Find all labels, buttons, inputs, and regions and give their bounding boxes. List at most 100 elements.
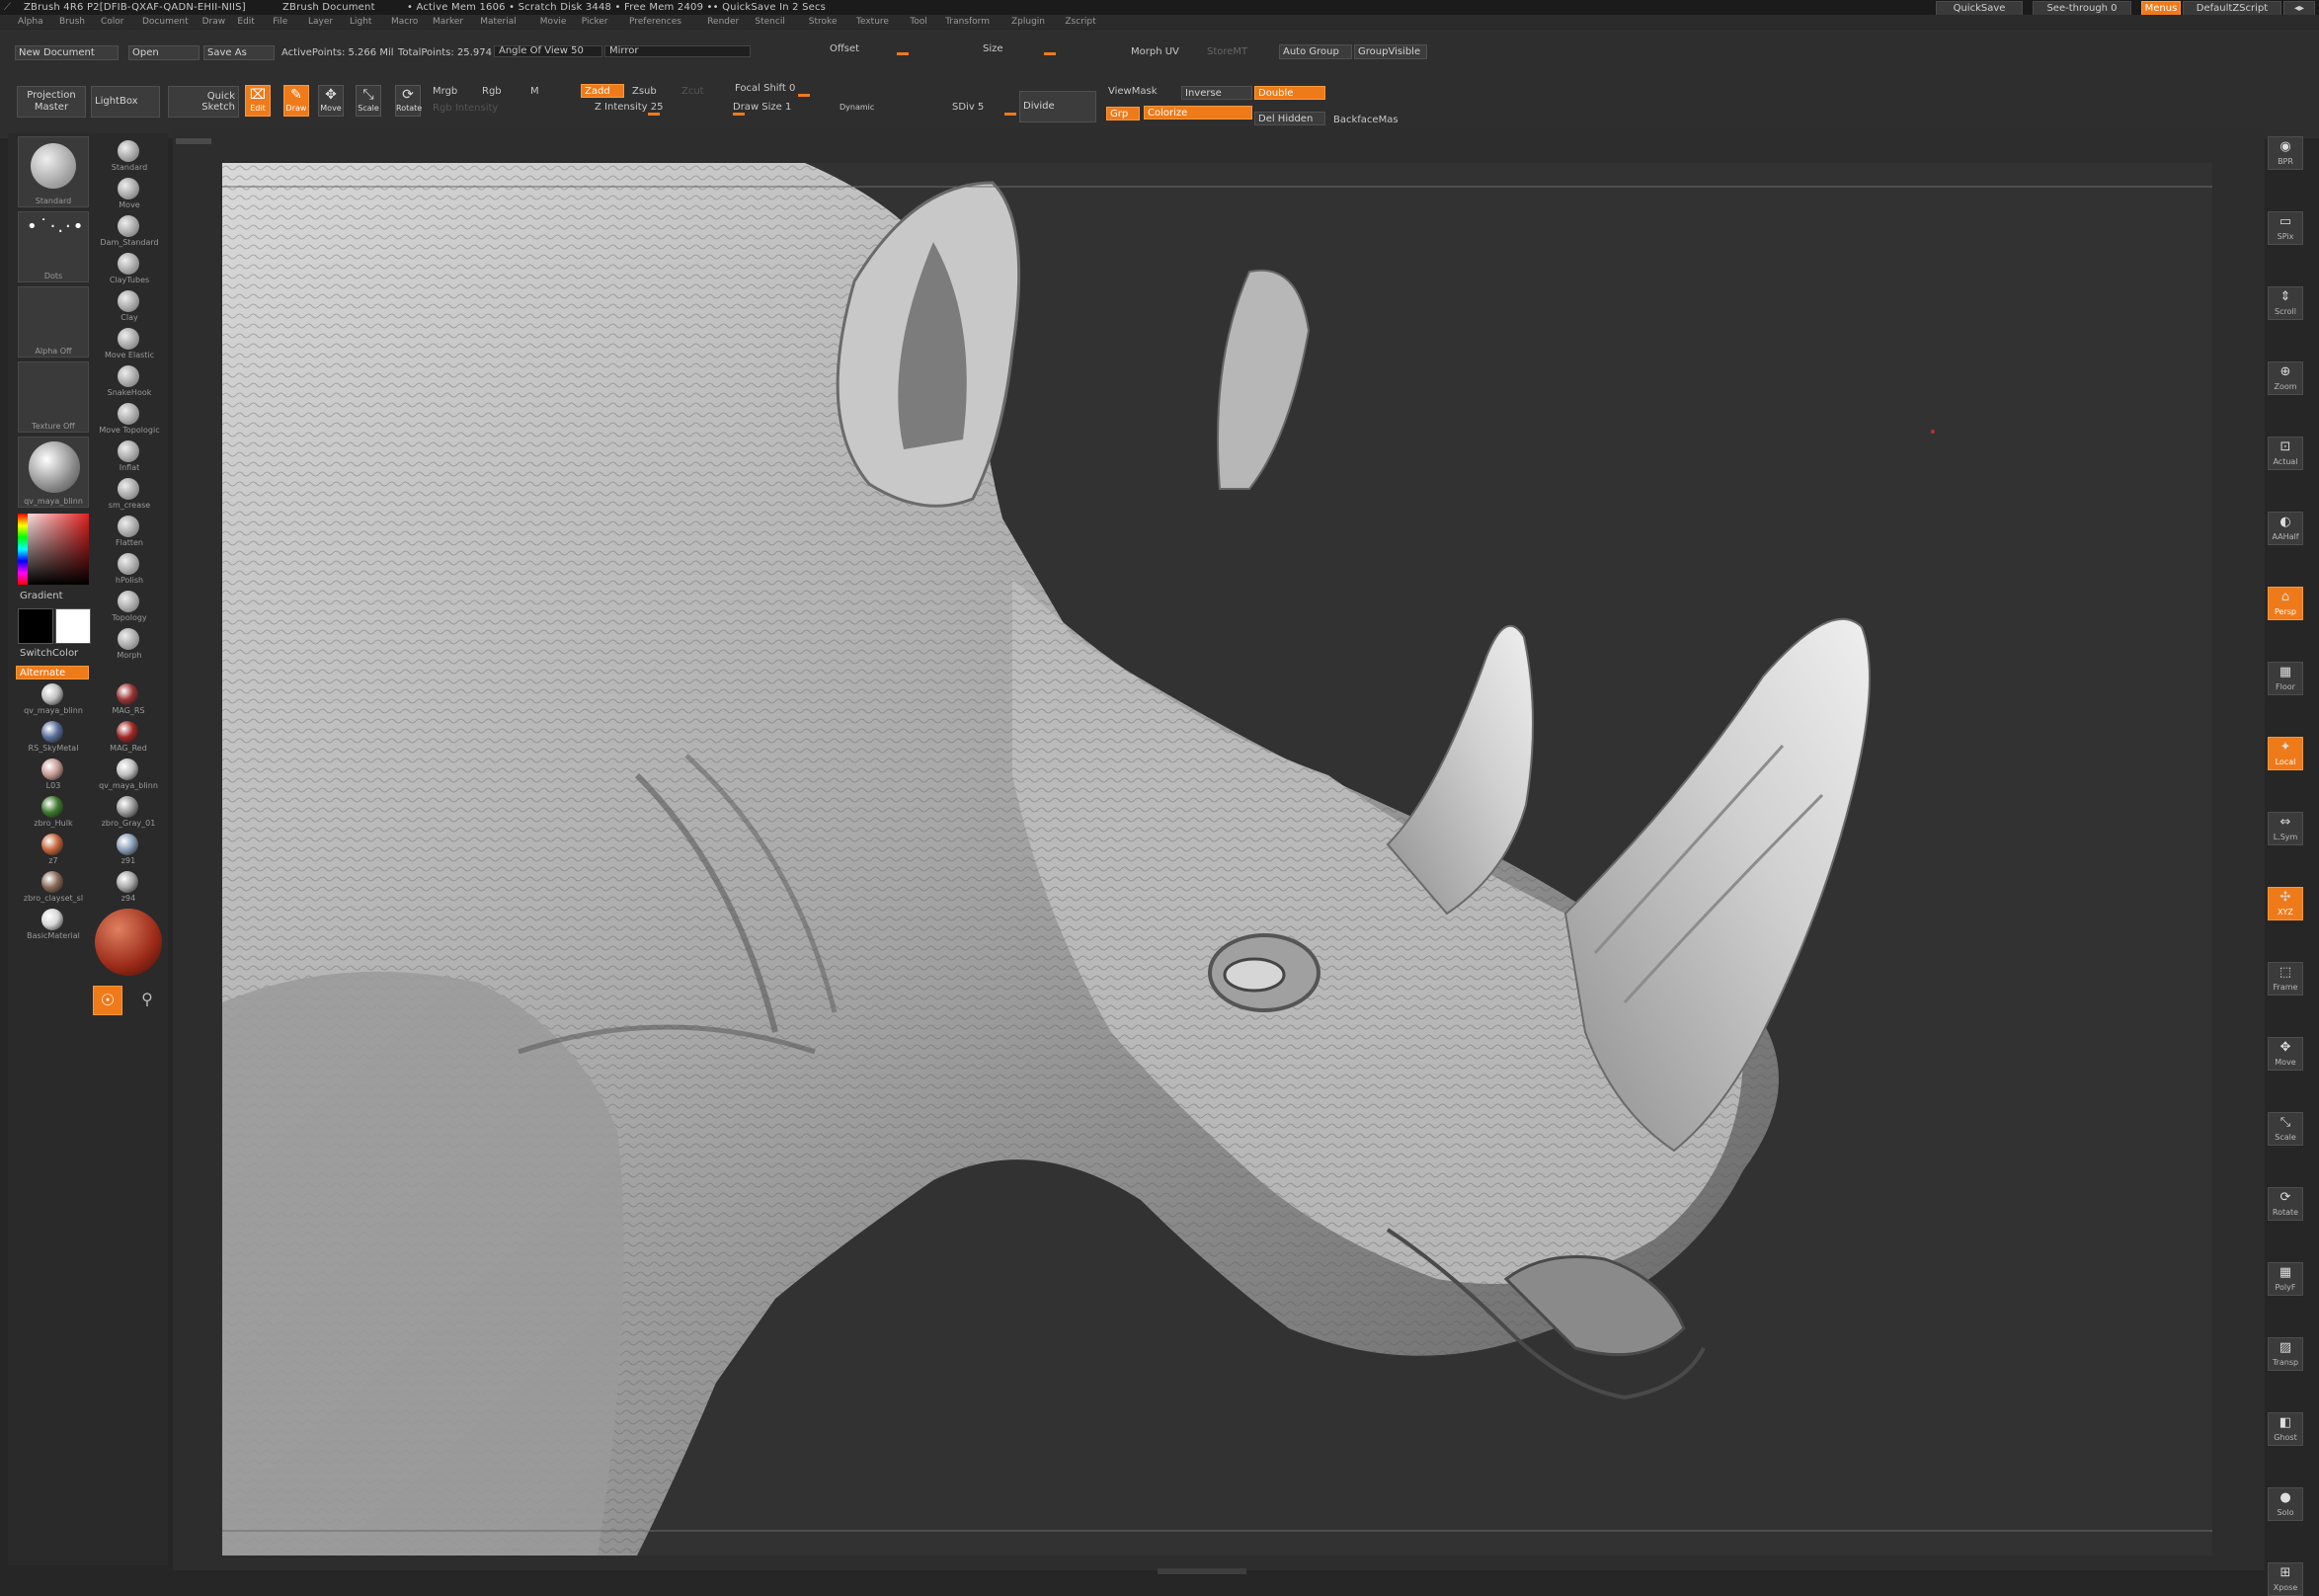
sdiv-slider[interactable]: SDiv 5 xyxy=(950,102,1019,116)
menu-color[interactable]: Color xyxy=(101,17,124,27)
alternate-button[interactable]: Alternate xyxy=(16,666,89,679)
gradient-button[interactable]: Gradient xyxy=(20,591,63,601)
double-button[interactable]: Double xyxy=(1254,86,1325,100)
menu-stroke[interactable]: Stroke xyxy=(809,17,838,27)
z-intensity-slider[interactable]: Z Intensity 25 xyxy=(591,102,719,116)
menu-edit[interactable]: Edit xyxy=(237,17,254,27)
quicksave-button[interactable]: QuickSave xyxy=(1936,1,2023,16)
material-zbro-clayset-sl[interactable]: zbro_clayset_sl xyxy=(18,869,89,905)
menu-tool[interactable]: Tool xyxy=(910,17,926,27)
brush-claytubes[interactable]: ClayTubes xyxy=(99,251,160,286)
right-tray-scroll-button[interactable]: ⇕ Scroll xyxy=(2268,286,2303,320)
material-qv-maya-blinn[interactable]: qv_maya_blinn xyxy=(18,681,89,717)
secondary-color-swatch[interactable] xyxy=(55,608,91,644)
menu-draw[interactable]: Draw xyxy=(202,17,226,27)
brush-dam-standard[interactable]: Dam_Standard xyxy=(99,213,160,249)
alpha-preview[interactable]: Alpha Off xyxy=(18,286,89,358)
menu-file[interactable]: File xyxy=(273,17,287,27)
grp-button[interactable]: Grp xyxy=(1106,107,1140,120)
menu-material[interactable]: Material xyxy=(480,17,517,27)
brush-preview[interactable]: Standard xyxy=(18,136,89,207)
switch-color-button[interactable]: SwitchColor xyxy=(20,648,78,659)
angle-of-view-slider[interactable]: Angle Of View 50 xyxy=(494,45,602,57)
right-tray-l-sym-button[interactable]: ⇔ L.Sym xyxy=(2268,812,2303,845)
quick-sketch-button[interactable]: Quick Sketch xyxy=(168,86,239,118)
see-through-slider[interactable]: See-through 0 xyxy=(2033,1,2131,16)
zadd-button[interactable]: Zadd xyxy=(581,84,624,98)
brush-move-elastic[interactable]: Move Elastic xyxy=(99,326,160,361)
right-tray-polyf-button[interactable]: ▦ PolyF xyxy=(2268,1262,2303,1296)
right-tray-scale-button[interactable]: ⤡ Scale xyxy=(2268,1112,2303,1146)
auto-group-button[interactable]: Auto Group xyxy=(1279,44,1352,59)
mrgb-button[interactable]: Mrgb xyxy=(433,86,457,97)
stroke-preview[interactable]: •˙·.·• Dots xyxy=(18,211,89,282)
storemt-button[interactable]: StoreMT xyxy=(1207,46,1247,57)
material-qv-maya-blinn[interactable]: qv_maya_blinn xyxy=(93,757,164,792)
brush-topology[interactable]: Topology xyxy=(99,589,160,624)
default-zscript-button[interactable]: DefaultZScript xyxy=(2183,1,2281,16)
menu-alpha[interactable]: Alpha xyxy=(18,17,43,27)
group-visible-button[interactable]: GroupVisible xyxy=(1354,44,1427,59)
divide-button[interactable]: Divide xyxy=(1019,91,1096,122)
material-l03[interactable]: L03 xyxy=(18,757,89,792)
colorize-button[interactable]: Colorize xyxy=(1144,106,1252,120)
material-mag-rs[interactable]: MAG_RS xyxy=(93,681,164,717)
current-material-sphere[interactable] xyxy=(95,909,162,976)
draw-tool-button[interactable]: ✎ Draw xyxy=(283,85,309,117)
menu-marker[interactable]: Marker xyxy=(433,17,463,27)
draw-size-thumb[interactable] xyxy=(733,113,745,116)
menu-texture[interactable]: Texture xyxy=(856,17,889,27)
brush-inflat[interactable]: Inflat xyxy=(99,439,160,474)
scale-tool-button[interactable]: ⤡ Scale xyxy=(356,85,381,117)
z-intensity-thumb[interactable] xyxy=(648,113,660,116)
right-tray-xpose-button[interactable]: ⊞ Xpose xyxy=(2268,1562,2303,1596)
right-tray-move-button[interactable]: ✥ Move xyxy=(2268,1037,2303,1071)
material-zbro-gray-01[interactable]: zbro_Gray_01 xyxy=(93,794,164,830)
right-tray-xyz-button[interactable]: ✣ XYZ xyxy=(2268,887,2303,920)
dynamic-button[interactable]: Dynamic xyxy=(840,103,874,112)
right-tray-rotate-button[interactable]: ⟳ Rotate xyxy=(2268,1187,2303,1221)
offset-slider[interactable] xyxy=(830,49,948,57)
offset-thumb[interactable] xyxy=(897,52,909,55)
texture-preview[interactable]: Texture Off xyxy=(18,361,89,433)
light-bulb-icon[interactable]: ☉ xyxy=(93,986,122,1015)
open-button[interactable]: Open xyxy=(128,45,200,60)
focal-shift-slider[interactable]: Focal Shift 0 xyxy=(731,83,879,97)
brush-sm-crease[interactable]: sm_crease xyxy=(99,476,160,512)
draw-size-slider[interactable]: Draw Size 1 xyxy=(731,102,840,116)
right-tray-local-button[interactable]: ✦ Local xyxy=(2268,737,2303,770)
mirror-button[interactable]: Mirror xyxy=(604,45,751,57)
brush-snakehook[interactable]: SnakeHook xyxy=(99,363,160,399)
right-tray-bpr-button[interactable]: ◉ BPR xyxy=(2268,136,2303,170)
brush-move[interactable]: Move xyxy=(99,176,160,211)
menu-zscript[interactable]: Zscript xyxy=(1065,17,1095,27)
menu-light[interactable]: Light xyxy=(350,17,371,27)
inverse-button[interactable]: Inverse xyxy=(1181,86,1252,100)
menu-render[interactable]: Render xyxy=(707,17,739,27)
material-rs-skymetal[interactable]: RS_SkyMetal xyxy=(18,719,89,755)
menu-document[interactable]: Document xyxy=(142,17,189,27)
edit-tool-button[interactable]: ⌧ Edit xyxy=(245,85,271,117)
right-tray-floor-button[interactable]: ▦ Floor xyxy=(2268,662,2303,695)
zcut-button[interactable]: Zcut xyxy=(681,86,704,97)
menus-button[interactable]: Menus xyxy=(2141,1,2181,16)
save-as-button[interactable]: Save As xyxy=(203,45,275,60)
backface-mask-button[interactable]: BackfaceMas xyxy=(1333,115,1399,125)
bottom-tray-handle[interactable] xyxy=(1158,1568,1246,1574)
right-tray-actual-button[interactable]: ⊡ Actual xyxy=(2268,437,2303,470)
primary-color-swatch[interactable] xyxy=(18,608,53,644)
sdiv-thumb[interactable] xyxy=(1004,113,1016,116)
brush-standard[interactable]: Standard xyxy=(99,138,160,174)
size-thumb[interactable] xyxy=(1044,52,1056,55)
menu-brush[interactable]: Brush xyxy=(59,17,85,27)
viewmask-button[interactable]: ViewMask xyxy=(1108,86,1158,97)
move-tool-button[interactable]: ✥ Move xyxy=(318,85,344,117)
brush-clay[interactable]: Clay xyxy=(99,288,160,324)
menu-picker[interactable]: Picker xyxy=(582,17,608,27)
right-tray-solo-button[interactable]: ● Solo xyxy=(2268,1487,2303,1521)
material-z7[interactable]: z7 xyxy=(18,832,89,867)
right-tray-zoom-button[interactable]: ⊕ Zoom xyxy=(2268,361,2303,395)
document-canvas[interactable] xyxy=(222,163,2212,1556)
material-basicmaterial[interactable]: BasicMaterial xyxy=(18,907,89,942)
right-tray-frame-button[interactable]: ⬚ Frame xyxy=(2268,962,2303,996)
